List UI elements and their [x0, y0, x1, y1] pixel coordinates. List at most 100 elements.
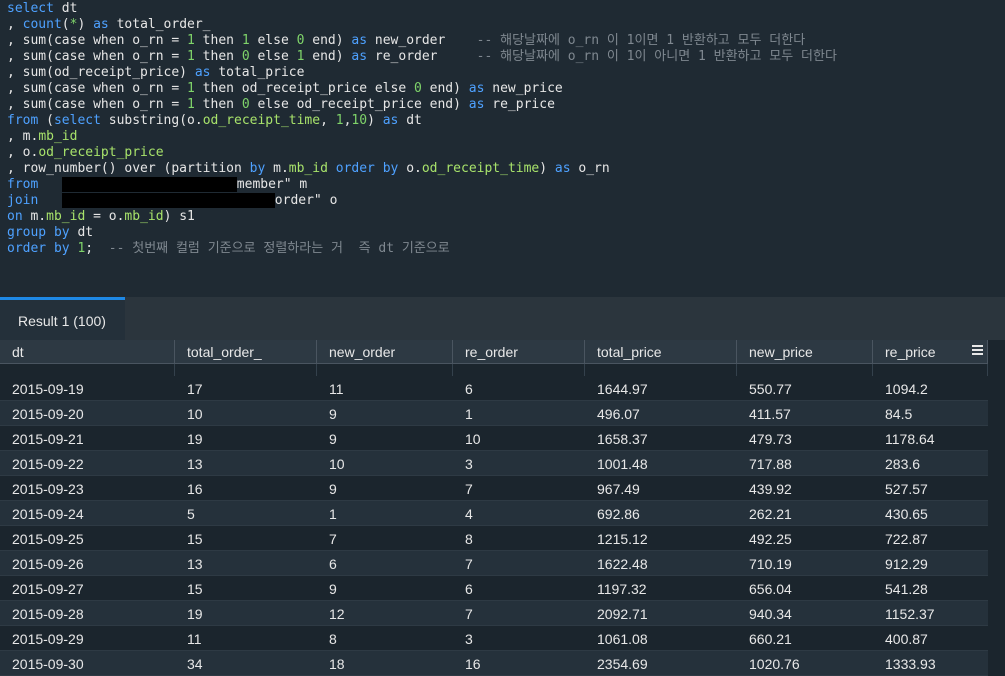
table-cell[interactable]: 7 [329, 531, 337, 547]
table-cell[interactable]: 9 [329, 431, 337, 447]
table-cell[interactable]: 1 [329, 506, 337, 522]
table-cell[interactable]: 3 [465, 631, 473, 647]
table-cell[interactable]: 717.88 [749, 456, 792, 472]
table-cell[interactable]: 722.87 [885, 531, 928, 547]
table-cell[interactable]: 492.25 [749, 531, 792, 547]
table-cell[interactable]: 6 [329, 556, 337, 572]
table-cell[interactable]: 262.21 [749, 506, 792, 522]
column-header-re-order[interactable]: re_order [453, 340, 585, 364]
table-cell[interactable]: 2092.71 [597, 606, 648, 622]
table-cell[interactable]: 656.04 [749, 581, 792, 597]
table-cell[interactable]: 9 [329, 481, 337, 497]
table-cell[interactable]: 12 [329, 606, 345, 622]
table-cell[interactable]: 7 [465, 606, 473, 622]
table-cell[interactable]: 967.49 [597, 481, 640, 497]
table-cell[interactable]: 2015-09-21 [12, 431, 84, 447]
column-header-total-order[interactable]: total_order_ [175, 340, 317, 364]
table-row[interactable]: 2015-09-22 13 10 3 1001.48 717.88 283.6 [0, 451, 988, 476]
table-cell[interactable]: 2354.69 [597, 656, 648, 672]
table-cell[interactable]: 411.57 [749, 406, 791, 422]
table-row[interactable]: 2015-09-26 13 6 7 1622.48 710.19 912.29 [0, 551, 988, 576]
table-cell[interactable]: 15 [187, 531, 203, 547]
table-cell[interactable]: 13 [187, 556, 203, 572]
table-cell[interactable]: 15 [187, 581, 203, 597]
table-cell[interactable]: 496.07 [597, 406, 640, 422]
table-cell[interactable]: 6 [465, 581, 473, 597]
column-header-new-price[interactable]: new_price [737, 340, 873, 364]
table-cell[interactable]: 2015-09-29 [12, 631, 84, 647]
table-cell[interactable]: 19 [187, 431, 203, 447]
column-header-total-price[interactable]: total_price [585, 340, 737, 364]
table-row[interactable]: 2015-09-28 19 12 7 2092.71 940.34 1152.37 [0, 601, 988, 626]
table-cell[interactable]: 1178.64 [885, 431, 935, 447]
table-cell[interactable]: 2015-09-27 [12, 581, 84, 597]
table-cell[interactable]: 940.34 [749, 606, 792, 622]
column-header-re-price[interactable]: re_price [873, 340, 988, 364]
table-cell[interactable]: 5 [187, 506, 195, 522]
table-cell[interactable]: 9 [329, 581, 337, 597]
table-cell[interactable]: 2015-09-19 [12, 381, 84, 397]
table-cell[interactable]: 527.57 [885, 481, 928, 497]
table-row[interactable]: 2015-09-30 34 18 16 2354.69 1020.76 1333.93 [0, 651, 988, 676]
table-cell[interactable]: 16 [465, 656, 481, 672]
table-cell[interactable]: 2015-09-24 [12, 506, 84, 522]
table-cell[interactable]: 2015-09-25 [12, 531, 84, 547]
table-cell[interactable]: 692.86 [597, 506, 640, 522]
table-cell[interactable]: 1333.93 [885, 656, 936, 672]
table-cell[interactable]: 18 [329, 656, 345, 672]
table-cell[interactable]: 11 [329, 381, 344, 397]
table-cell[interactable]: 2015-09-22 [12, 456, 84, 472]
table-cell[interactable]: 3 [465, 456, 473, 472]
table-cell[interactable]: 1 [465, 406, 473, 422]
table-cell[interactable]: 1197.32 [597, 581, 647, 597]
table-row[interactable]: 2015-09-20 10 9 1 496.07 411.57 84.5 [0, 401, 988, 426]
table-cell[interactable]: 1644.97 [597, 381, 648, 397]
table-cell[interactable]: 19 [187, 606, 203, 622]
table-cell[interactable]: 2015-09-28 [12, 606, 84, 622]
table-cell[interactable]: 1152.37 [885, 606, 935, 622]
table-row[interactable]: 2015-09-27 15 9 6 1197.32 656.04 541.28 [0, 576, 988, 601]
table-cell[interactable]: 7 [465, 481, 473, 497]
table-cell[interactable]: 34 [187, 656, 203, 672]
column-menu-icon[interactable] [972, 345, 983, 357]
table-row[interactable]: 2015-09-23 16 9 7 967.49 439.92 527.57 [0, 476, 988, 501]
table-cell[interactable]: 84.5 [885, 406, 912, 422]
table-cell[interactable]: 400.87 [885, 631, 928, 647]
table-cell[interactable]: 541.28 [885, 581, 928, 597]
table-row[interactable]: 2015-09-25 15 7 8 1215.12 492.25 722.87 [0, 526, 988, 551]
table-cell[interactable]: 2015-09-20 [12, 406, 84, 422]
table-cell[interactable]: 660.21 [749, 631, 792, 647]
table-cell[interactable]: 2015-09-30 [12, 656, 84, 672]
table-cell[interactable]: 16 [187, 481, 203, 497]
table-cell[interactable]: 10 [187, 406, 203, 422]
table-cell[interactable]: 1001.48 [597, 456, 648, 472]
table-cell[interactable]: 912.29 [885, 556, 928, 572]
table-cell[interactable]: 2015-09-23 [12, 481, 84, 497]
table-row[interactable]: 2015-09-24 5 1 4 692.86 262.21 430.65 [0, 501, 988, 526]
table-cell[interactable]: 2015-09-26 [12, 556, 84, 572]
table-cell[interactable]: 8 [329, 631, 337, 647]
table-cell[interactable]: 17 [187, 381, 203, 397]
table-cell[interactable]: 1215.12 [597, 531, 648, 547]
column-header-new-order[interactable]: new_order [317, 340, 453, 364]
table-cell[interactable]: 13 [187, 456, 203, 472]
table-row[interactable]: 2015-09-19 17 11 6 1644.97 550.77 1094.2 [0, 376, 988, 401]
tab-result-1[interactable]: Result 1 (100) [0, 297, 125, 340]
table-cell[interactable]: 439.92 [749, 481, 792, 497]
table-row[interactable]: 2015-09-21 19 9 10 1658.37 479.73 1178.64 [0, 426, 988, 451]
table-cell[interactable]: 1061.08 [597, 631, 648, 647]
table-cell[interactable]: 1094.2 [885, 381, 928, 397]
table-cell[interactable]: 8 [465, 531, 473, 547]
table-cell[interactable]: 1658.37 [597, 431, 648, 447]
table-cell[interactable]: 1020.76 [749, 656, 800, 672]
sql-editor[interactable]: select dt , count(*) as total_order_ , s… [0, 0, 1005, 292]
table-cell[interactable]: 9 [329, 406, 337, 422]
table-cell[interactable]: 6 [465, 381, 473, 397]
table-cell[interactable]: 10 [465, 431, 481, 447]
table-cell[interactable]: 10 [329, 456, 345, 472]
table-cell[interactable]: 1622.48 [597, 556, 648, 572]
table-cell[interactable]: 4 [465, 506, 473, 522]
result-grid[interactable]: dt total_order_ new_order re_order total_pri… [0, 340, 1005, 676]
table-cell[interactable]: 479.73 [749, 431, 792, 447]
table-cell[interactable]: 11 [187, 631, 202, 647]
